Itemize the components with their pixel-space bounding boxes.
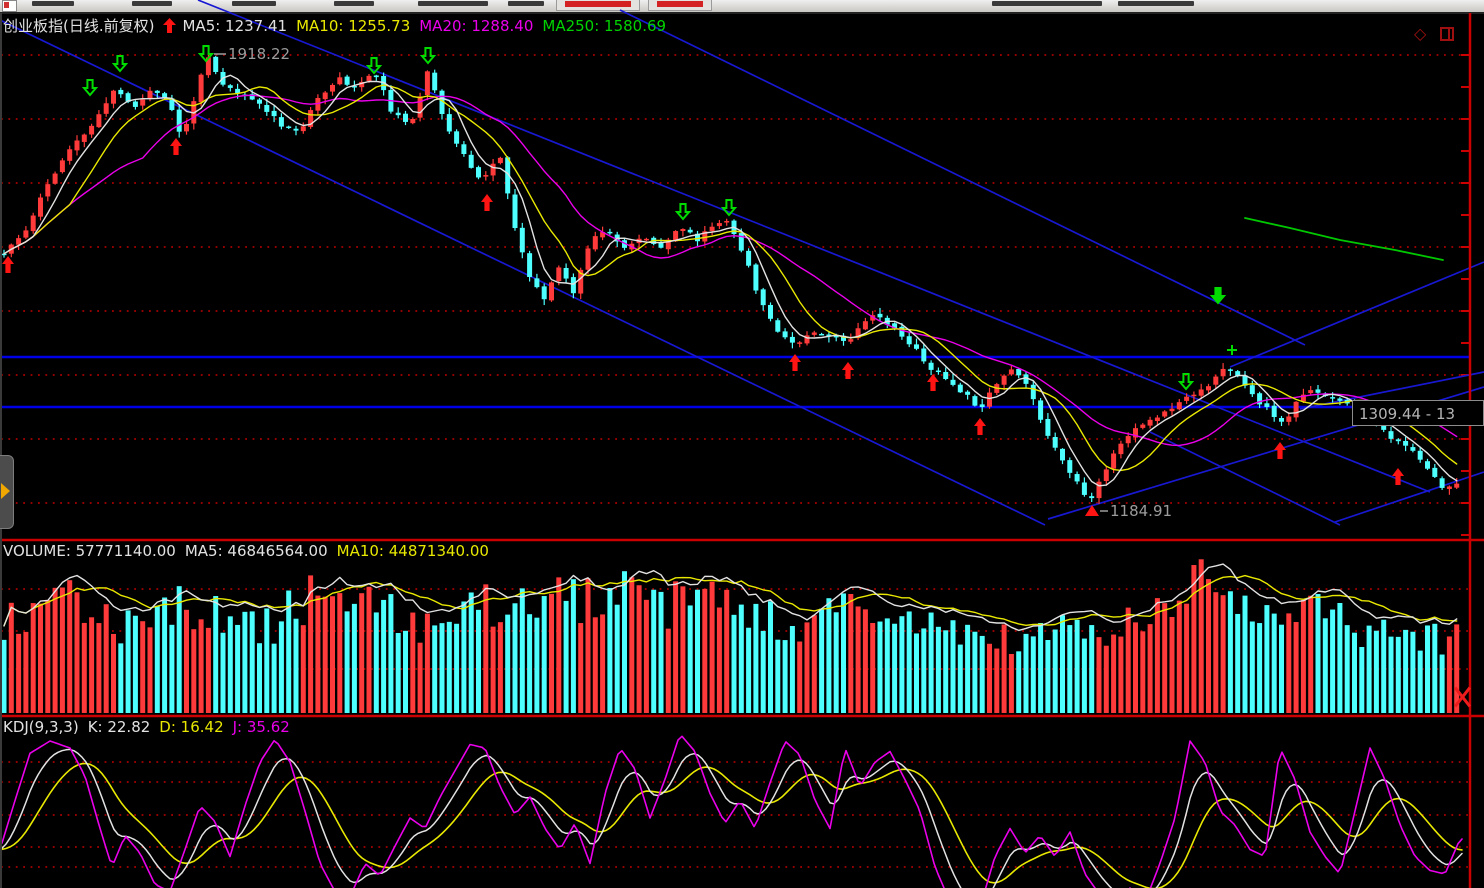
kdj-grid: [1, 762, 1469, 867]
trading-app-window: 创业板指(日线.前复权) MA5: 1237.41 MA10: 1255.73 MA2…: [0, 0, 1484, 888]
sidebar-flyout-handle[interactable]: [0, 455, 14, 529]
diamond-tool-icon[interactable]: ◇: [1414, 24, 1426, 43]
chart-graphics: [0, 0, 1484, 888]
signal-markers: [2, 46, 1404, 516]
ma20-value: MA20: 1288.40: [419, 17, 533, 35]
high-price-label: 1918.22: [228, 45, 290, 63]
panel-borders: [0, 13, 1484, 888]
kdj-j-value: J: 35.62: [233, 718, 290, 736]
ma10-value: MA10: 1255.73: [296, 17, 410, 35]
ma250-value: MA250: 1580.69: [542, 17, 666, 35]
volume-panel-header: VOLUME: 57771140.00 MA5: 46846564.00 MA10:…: [3, 542, 498, 560]
low-price-label: 1184.91: [1110, 502, 1172, 520]
horizontal-level-lines[interactable]: [0, 357, 1469, 407]
kdj-lines: [2, 736, 1462, 888]
price-grid: [1, 55, 1469, 503]
price-range-tooltip: 1309.44 - 13: [1352, 400, 1484, 426]
symbol-title: 创业板指(日线.前复权): [3, 17, 154, 35]
price-ma-lines: [4, 75, 1457, 486]
price-panel-header: 创业板指(日线.前复权) MA5: 1237.41 MA10: 1255.73 MA2…: [3, 15, 675, 36]
volume-value: VOLUME: 57771140.00: [3, 542, 176, 560]
price-axis-ticks: [1461, 55, 1470, 535]
kdj-k-value: K: 22.82: [88, 718, 151, 736]
ma5-value: MA5: 1237.41: [182, 17, 287, 35]
trend-up-arrow-icon: [163, 18, 176, 33]
volume-ma5-value: MA5: 46846564.00: [185, 542, 328, 560]
kdj-panel-header: KDJ(9,3,3) K: 22.82 D: 16.42 J: 35.62: [3, 718, 299, 736]
kdj-name: KDJ(9,3,3): [3, 718, 79, 736]
split-window-icon[interactable]: [1440, 27, 1454, 41]
candlesticks: [2, 52, 1460, 504]
flyout-arrow-icon: [1, 483, 10, 499]
kdj-d-value: D: 16.42: [159, 718, 223, 736]
volume-ma10-value: MA10: 44871340.00: [337, 542, 489, 560]
close-indicator-icon[interactable]: [1453, 685, 1471, 709]
